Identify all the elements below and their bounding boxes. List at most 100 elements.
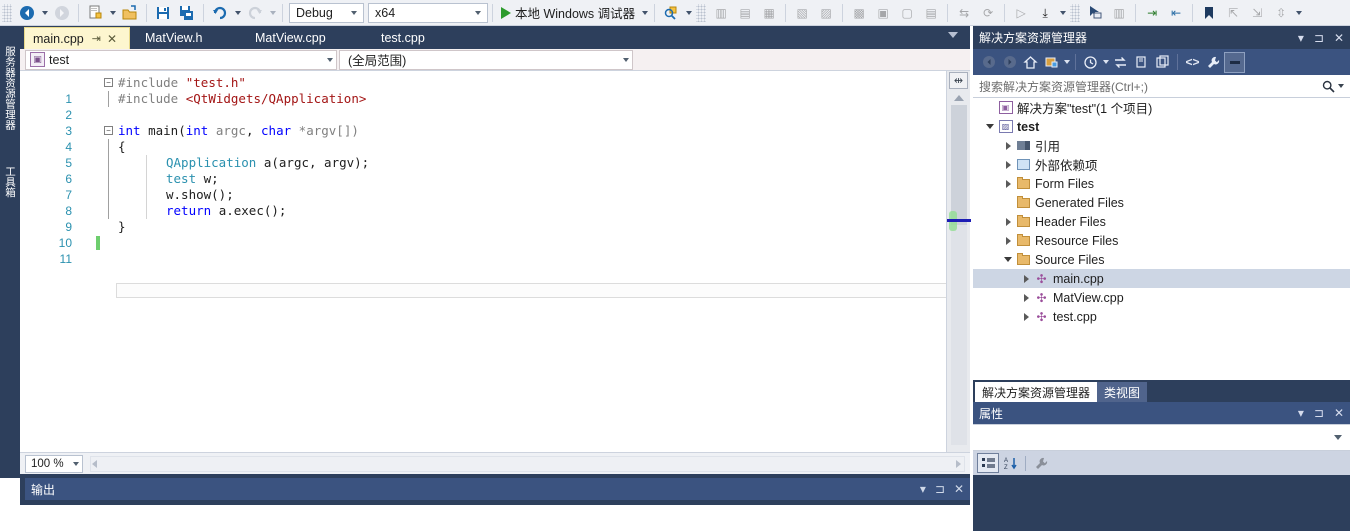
scrollbar-thumb[interactable] bbox=[951, 105, 967, 225]
collapse-icon[interactable]: − bbox=[104, 126, 113, 135]
expander-closed-icon[interactable] bbox=[1001, 236, 1015, 245]
alphabetical-sort-icon[interactable]: AZ bbox=[999, 453, 1021, 473]
navigate-backward-dropdown-icon[interactable] bbox=[39, 2, 50, 24]
properties-object-combo[interactable] bbox=[973, 424, 1350, 451]
overflow-chevron-icon[interactable] bbox=[683, 2, 694, 24]
expander-closed-icon[interactable] bbox=[1001, 217, 1015, 226]
expander-closed-icon[interactable] bbox=[1001, 141, 1015, 150]
open-file-icon[interactable] bbox=[118, 1, 142, 25]
properties-icon[interactable] bbox=[1203, 52, 1224, 73]
properties-grid[interactable] bbox=[973, 475, 1350, 531]
breakpoint-window-icon[interactable]: ▧ bbox=[790, 1, 814, 25]
deploy-icon[interactable]: ▤ bbox=[919, 1, 943, 25]
tree-item-header-files[interactable]: Header Files bbox=[973, 212, 1350, 231]
expander-open-icon[interactable] bbox=[983, 124, 997, 129]
start-debugging-button[interactable]: 本地 Windows 调试器 bbox=[497, 2, 639, 24]
expander-closed-icon[interactable] bbox=[1001, 160, 1015, 169]
find-icon[interactable] bbox=[659, 1, 683, 25]
scroll-right-arrow-icon[interactable] bbox=[956, 460, 961, 468]
new-item-dropdown-icon[interactable] bbox=[107, 2, 118, 24]
pending-dropdown-icon[interactable] bbox=[1101, 51, 1110, 73]
output-panel-header[interactable]: 输出 ▾ ⊐ ✕ bbox=[25, 478, 970, 500]
solution-explorer-search-box[interactable]: 搜索解决方案资源管理器(Ctrl+;) bbox=[973, 75, 1350, 98]
indent-icon[interactable]: ⇥ bbox=[1140, 1, 1164, 25]
solution-explorer-close-icon[interactable]: ✕ bbox=[1334, 31, 1344, 45]
redo-dropdown-icon[interactable] bbox=[267, 2, 278, 24]
tree-item-references[interactable]: 引用 bbox=[973, 136, 1350, 155]
tree-item-source-files[interactable]: Source Files bbox=[973, 250, 1350, 269]
solution-configuration-combo[interactable]: Debug bbox=[289, 2, 364, 23]
columns-icon[interactable]: ▥ bbox=[1107, 1, 1131, 25]
sync-with-active-document-icon[interactable] bbox=[1110, 52, 1131, 73]
toolbox-vertical-tab[interactable]: 工具箱 bbox=[0, 156, 20, 208]
tab-overflow-chevron-icon[interactable] bbox=[948, 32, 958, 38]
back-icon[interactable] bbox=[978, 52, 999, 73]
toolbar-grip[interactable] bbox=[696, 3, 707, 22]
tree-item-solution[interactable]: ▣ 解决方案"test"(1 个项目) bbox=[973, 98, 1350, 117]
properties-close-icon[interactable]: ✕ bbox=[1334, 406, 1344, 420]
expander-closed-icon[interactable] bbox=[1019, 274, 1033, 283]
navigate-forward-icon[interactable] bbox=[50, 1, 74, 25]
clear-bookmark-icon[interactable]: ⇳ bbox=[1269, 1, 1293, 25]
solution-explorer-tree[interactable]: ▣ 解决方案"test"(1 个项目) ▨ test 引用 外部依赖项 Form… bbox=[973, 98, 1350, 380]
debug-target-dropdown-icon[interactable] bbox=[639, 2, 650, 24]
pending-changes-icon[interactable] bbox=[1080, 52, 1101, 73]
search-options-chevron-icon[interactable] bbox=[1338, 84, 1344, 88]
save-all-icon[interactable] bbox=[175, 1, 199, 25]
redo-icon[interactable] bbox=[243, 1, 267, 25]
categorized-icon[interactable] bbox=[977, 453, 999, 473]
tree-item-matview-cpp[interactable]: ✣ MatView.cpp bbox=[973, 288, 1350, 307]
more-debug-icon[interactable] bbox=[1057, 2, 1068, 24]
toolbar-grip[interactable] bbox=[1070, 3, 1081, 22]
properties-dropdown-icon[interactable]: ▾ bbox=[1298, 406, 1304, 420]
tree-item-main-cpp[interactable]: ✣ main.cpp bbox=[973, 269, 1350, 288]
scroll-up-arrow-icon[interactable] bbox=[954, 95, 964, 101]
undo-dropdown-icon[interactable] bbox=[232, 2, 243, 24]
tree-item-project-test[interactable]: ▨ test bbox=[973, 117, 1350, 136]
next-bookmark-icon[interactable]: ⇲ bbox=[1245, 1, 1269, 25]
home-icon[interactable] bbox=[1020, 52, 1041, 73]
zoom-level-combo[interactable]: 100 % bbox=[25, 455, 83, 473]
save-icon[interactable] bbox=[151, 1, 175, 25]
build-solution-icon[interactable]: ▩ bbox=[847, 1, 871, 25]
tree-item-test-cpp[interactable]: ✣ test.cpp bbox=[973, 307, 1350, 326]
server-explorer-vertical-tab[interactable]: 服务器资源管理器 bbox=[0, 30, 20, 145]
collapse-icon[interactable]: − bbox=[104, 78, 113, 87]
undo-icon[interactable] bbox=[208, 1, 232, 25]
bookmark-icon[interactable] bbox=[1197, 1, 1221, 25]
output-close-icon[interactable]: ✕ bbox=[954, 482, 964, 496]
close-icon[interactable]: ✕ bbox=[107, 32, 117, 46]
tree-item-form-files[interactable]: Form Files bbox=[973, 174, 1350, 193]
solution-explorer-pin-icon[interactable]: ⊐ bbox=[1314, 31, 1324, 45]
clean-solution-icon[interactable]: ▢ bbox=[895, 1, 919, 25]
editor-tab-matview-cpp[interactable]: MatView.cpp bbox=[247, 27, 334, 49]
member-combo[interactable]: (全局范围) bbox=[339, 49, 633, 70]
new-item-icon[interactable] bbox=[83, 1, 107, 25]
toolbar-overflow-icon[interactable] bbox=[1293, 2, 1304, 24]
refresh-icon[interactable]: ⟳ bbox=[976, 1, 1000, 25]
tab-solution-explorer[interactable]: 解决方案资源管理器 bbox=[975, 382, 1098, 402]
preview-selected-items-icon[interactable] bbox=[1224, 51, 1245, 73]
step-down-icon[interactable]: ⤓ bbox=[1033, 1, 1057, 25]
toolbar-grip[interactable] bbox=[2, 3, 12, 22]
stop-icon[interactable]: ▤ bbox=[733, 1, 757, 25]
property-pages-icon[interactable] bbox=[1030, 453, 1052, 473]
editor-tab-main-cpp[interactable]: main.cpp ⇥ ✕ bbox=[24, 27, 130, 49]
output-pin-icon[interactable]: ⊐ bbox=[935, 482, 945, 496]
code-editor-surface[interactable]: 1 − #include "test.h" 2 #include <QtWidg… bbox=[20, 71, 970, 452]
rebuild-icon[interactable]: ▣ bbox=[871, 1, 895, 25]
horizontal-scrollbar-track[interactable] bbox=[90, 456, 965, 472]
hot-reload-icon[interactable]: ⇆ bbox=[952, 1, 976, 25]
expander-closed-icon[interactable] bbox=[1019, 293, 1033, 302]
split-view-icon[interactable]: ⇹ bbox=[949, 72, 968, 89]
pending-changes-filter-icon[interactable] bbox=[1041, 52, 1062, 73]
solution-explorer-dropdown-icon[interactable]: ▾ bbox=[1298, 31, 1304, 45]
editor-tab-matview-h[interactable]: MatView.h bbox=[137, 27, 210, 49]
attach-process-icon[interactable]: ▥ bbox=[709, 1, 733, 25]
expander-closed-icon[interactable] bbox=[1001, 179, 1015, 188]
editor-tab-test-cpp[interactable]: test.cpp bbox=[373, 27, 433, 49]
prev-bookmark-icon[interactable]: ⇱ bbox=[1221, 1, 1245, 25]
scope-combo[interactable]: ▣ test bbox=[25, 49, 337, 70]
tab-class-view[interactable]: 类视图 bbox=[1097, 382, 1148, 402]
navigate-backward-icon[interactable] bbox=[15, 1, 39, 25]
